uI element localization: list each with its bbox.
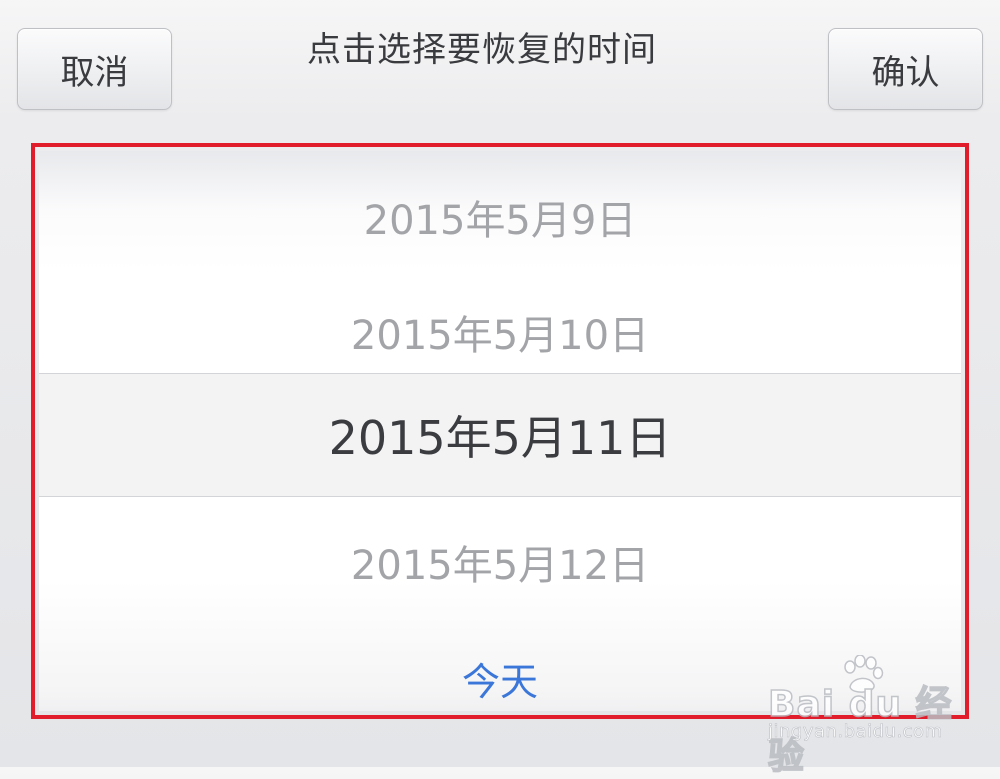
date-option[interactable]: 2015年5月10日 — [39, 303, 961, 361]
watermark-url: jingyan.baidu.com — [768, 721, 943, 743]
confirm-button[interactable]: 确认 — [828, 28, 983, 110]
date-picker[interactable]: 2015年5月9日 2015年5月10日 2015年5月11日 2015年5月1… — [31, 143, 969, 719]
date-option[interactable]: 2015年5月12日 — [39, 533, 961, 591]
cancel-button[interactable]: 取消 — [17, 28, 172, 110]
today-button[interactable]: 今天 — [39, 651, 961, 706]
selected-date-option[interactable]: 2015年5月11日 — [39, 373, 961, 497]
dialog-title: 点击选择要恢复的时间 — [307, 30, 657, 70]
date-picker-wheel[interactable]: 2015年5月9日 2015年5月10日 2015年5月11日 2015年5月1… — [39, 151, 961, 711]
date-option[interactable]: 2015年5月9日 — [39, 188, 961, 246]
